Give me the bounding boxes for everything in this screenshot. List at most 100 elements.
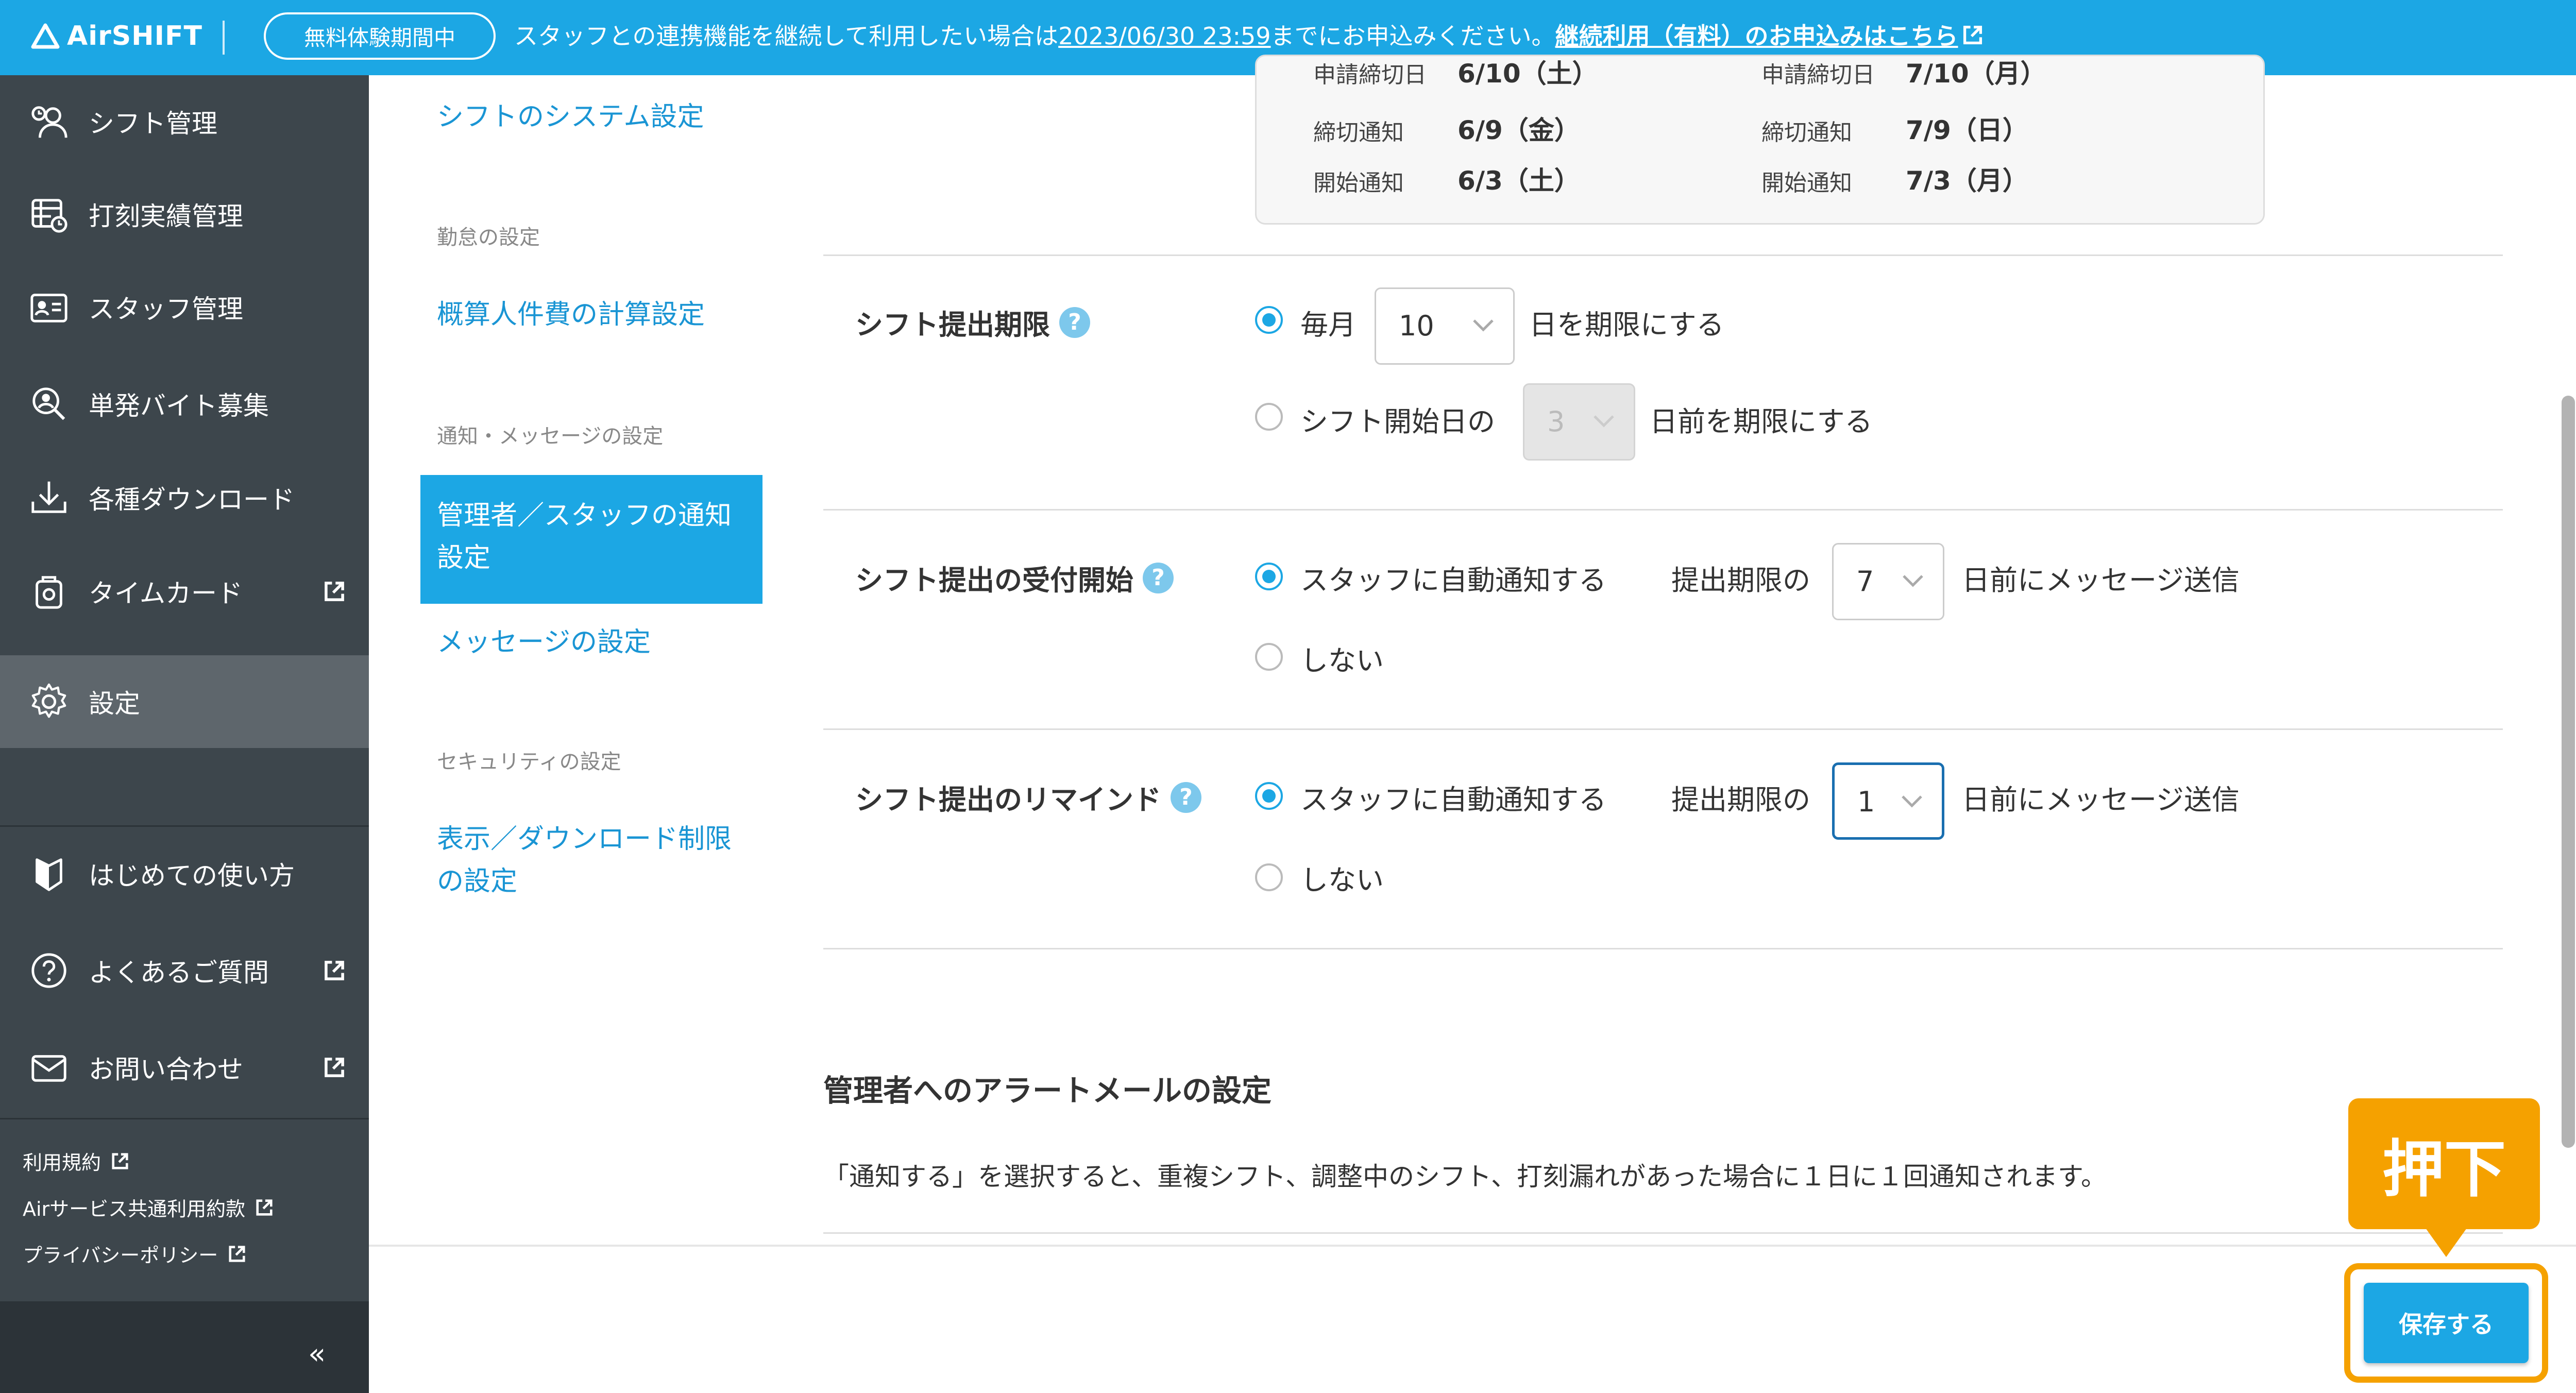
remind-days-select[interactable]: 1 — [1832, 762, 1944, 840]
menu-labor-cost-settings[interactable]: 概算人件費の計算設定 — [437, 294, 705, 336]
sidebar-item-label: はじめての使い方 — [89, 861, 295, 891]
main-content: 申請締切日 6/10（土） 締切通知 6/9（金） 開始通知 6/3（土） 申請… — [781, 55, 2568, 1245]
start-days-value: 7 — [1856, 565, 1874, 598]
sidebar-divider — [0, 1118, 369, 1119]
external-link-icon — [325, 1058, 344, 1077]
remind-none-radio[interactable] — [1255, 863, 1283, 891]
start-deadline-prefix: 提出期限の — [1671, 564, 1810, 597]
help-icon[interactable]: ? — [1171, 782, 1201, 813]
sidebar-divider — [0, 825, 369, 827]
start-auto-notify-radio[interactable] — [1255, 563, 1283, 590]
deadline-title-text: シフト提出期限 — [855, 309, 1050, 341]
chevron-down-icon — [1902, 795, 1922, 808]
mail-icon — [31, 1055, 66, 1082]
sidebar-item-label: タイムカード — [89, 579, 243, 608]
callout-pointer — [2426, 1228, 2467, 1257]
settings-menu: シフトのシステム設定 勤怠の設定 概算人件費の計算設定 通知・メッセージの設定 … — [369, 75, 781, 1245]
sidebar-item-guide[interactable]: はじめての使い方 — [0, 827, 369, 920]
sidebar-item-label: 単発バイト募集 — [89, 391, 269, 421]
period-value: 6/9（金） — [1458, 115, 1580, 145]
menu-heading-attendance: 勤怠の設定 — [437, 226, 540, 249]
sidebar-item-label: よくあるご質問 — [89, 958, 269, 988]
help-icon[interactable]: ? — [1059, 307, 1090, 338]
deadline-day-value: 10 — [1399, 310, 1434, 342]
deadline-monthly-radio[interactable] — [1255, 306, 1283, 334]
menu-display-download-restriction[interactable]: 表示／ダウンロード制限の設定 — [437, 818, 756, 903]
main-sidebar: シフト管理 打刻実績管理 スタッフ管理 単発バイト募集 各種ダウンロード タイム… — [0, 75, 369, 1393]
external-link-icon — [112, 1152, 128, 1169]
download-icon — [31, 481, 66, 513]
sidebar-item-label: お問い合わせ — [89, 1055, 243, 1084]
menu-heading-notification: 通知・メッセージの設定 — [437, 424, 664, 448]
help-icon[interactable]: ? — [1143, 562, 1174, 593]
deadline-before-start-radio[interactable] — [1255, 403, 1283, 431]
banner-message-prefix: スタッフとの連携機能を継続して利用したい場合は — [514, 22, 1059, 50]
menu-notification-settings-active[interactable]: 管理者／スタッフの通知設定 — [420, 475, 762, 604]
deadline-before-start-label: シフト開始日の — [1300, 405, 1495, 438]
sidebar-item-timecard[interactable]: タイムカード — [0, 545, 369, 638]
start-none-radio[interactable] — [1255, 643, 1283, 671]
sidebar-item-label: スタッフ管理 — [89, 294, 243, 324]
section-divider — [823, 1232, 2503, 1234]
period-label: 開始通知 — [1761, 170, 1852, 196]
remind-auto-notify-radio[interactable] — [1255, 782, 1283, 810]
remind-title: シフト提出のリマインド? — [855, 777, 1201, 818]
start-days-suffix: 日前にメッセージ送信 — [1962, 564, 2240, 597]
sidebar-item-faq[interactable]: よくあるご質問 — [0, 924, 369, 1017]
deadline-days-before-select[interactable]: 3 — [1523, 383, 1635, 461]
sidebar-item-downloads[interactable]: 各種ダウンロード — [0, 451, 369, 544]
period-label: 申請締切日 — [1761, 62, 1875, 88]
banner-message-suffix: までにお申込みください。 — [1270, 22, 1555, 50]
air-common-terms-link[interactable]: Airサービス共通利用約款 — [23, 1193, 274, 1221]
period-label: 締切通知 — [1761, 120, 1852, 146]
remind-days-suffix: 日前にメッセージ送信 — [1962, 784, 2240, 816]
remind-title-text: シフト提出のリマインド — [855, 784, 1161, 816]
period-label: 申請締切日 — [1313, 62, 1427, 88]
remind-none-label: しない — [1300, 864, 1384, 896]
sidebar-item-shift[interactable]: シフト管理 — [0, 75, 369, 168]
start-notify-title-text: シフト提出の受付開始 — [855, 564, 1133, 597]
external-link-icon — [325, 582, 344, 601]
logo-mark-icon — [31, 23, 60, 49]
press-callout: 押下 — [2348, 1098, 2540, 1229]
sidebar-collapse-button[interactable]: « — [308, 1337, 326, 1371]
start-days-select[interactable]: 7 — [1832, 543, 1944, 620]
logo-text: AirSHIFT — [67, 21, 203, 52]
sidebar-bottom: « — [0, 1301, 369, 1393]
remind-auto-notify-label: スタッフに自動通知する — [1300, 784, 1606, 816]
menu-message-settings[interactable]: メッセージの設定 — [437, 621, 651, 664]
period-value: 7/3（月） — [1906, 166, 2028, 196]
menu-shift-system-settings[interactable]: シフトのシステム設定 — [437, 96, 704, 138]
sidebar-item-recruit[interactable]: 単発バイト募集 — [0, 358, 369, 450]
remind-days-value: 1 — [1857, 786, 1875, 818]
air-common-terms-label: Airサービス共通利用約款 — [23, 1198, 246, 1220]
section-divider — [823, 509, 2503, 511]
privacy-policy-link[interactable]: プライバシーポリシー — [23, 1239, 247, 1268]
sidebar-item-timesheet[interactable]: 打刻実績管理 — [0, 168, 369, 261]
continue-subscription-link[interactable]: 継続利用（有料）のお申込みはこちら — [1555, 22, 1958, 50]
airshift-logo[interactable]: AirSHIFT — [31, 15, 202, 57]
save-button[interactable]: 保存する — [2364, 1283, 2529, 1363]
period-value: 6/10（土） — [1458, 59, 1598, 89]
sidebar-item-label: シフト管理 — [89, 109, 217, 139]
external-link-icon — [325, 961, 344, 980]
external-link-icon — [256, 1199, 273, 1216]
timesheet-icon — [31, 199, 67, 233]
scrollbar-thumb[interactable] — [2562, 396, 2575, 1148]
terms-link[interactable]: 利用規約 — [23, 1147, 130, 1175]
recruit-search-icon — [32, 387, 65, 420]
deadline-day-select[interactable]: 10 — [1375, 287, 1515, 365]
sidebar-item-contact[interactable]: お問い合わせ — [0, 1021, 369, 1114]
start-notify-title: シフト提出の受付開始? — [855, 557, 1174, 598]
period-label: 開始通知 — [1313, 170, 1404, 196]
external-link-icon — [229, 1245, 245, 1262]
shift-icon — [31, 106, 67, 138]
start-none-label: しない — [1300, 644, 1384, 677]
sidebar-item-staff[interactable]: スタッフ管理 — [0, 261, 369, 353]
privacy-policy-label: プライバシーポリシー — [23, 1244, 218, 1267]
menu-heading-security: セキュリティの設定 — [437, 750, 621, 774]
logo-separator — [223, 21, 225, 55]
external-link-icon — [1963, 25, 1982, 45]
sidebar-item-settings[interactable]: 設定 — [0, 655, 369, 748]
content-scrollbar[interactable] — [2555, 75, 2576, 1245]
